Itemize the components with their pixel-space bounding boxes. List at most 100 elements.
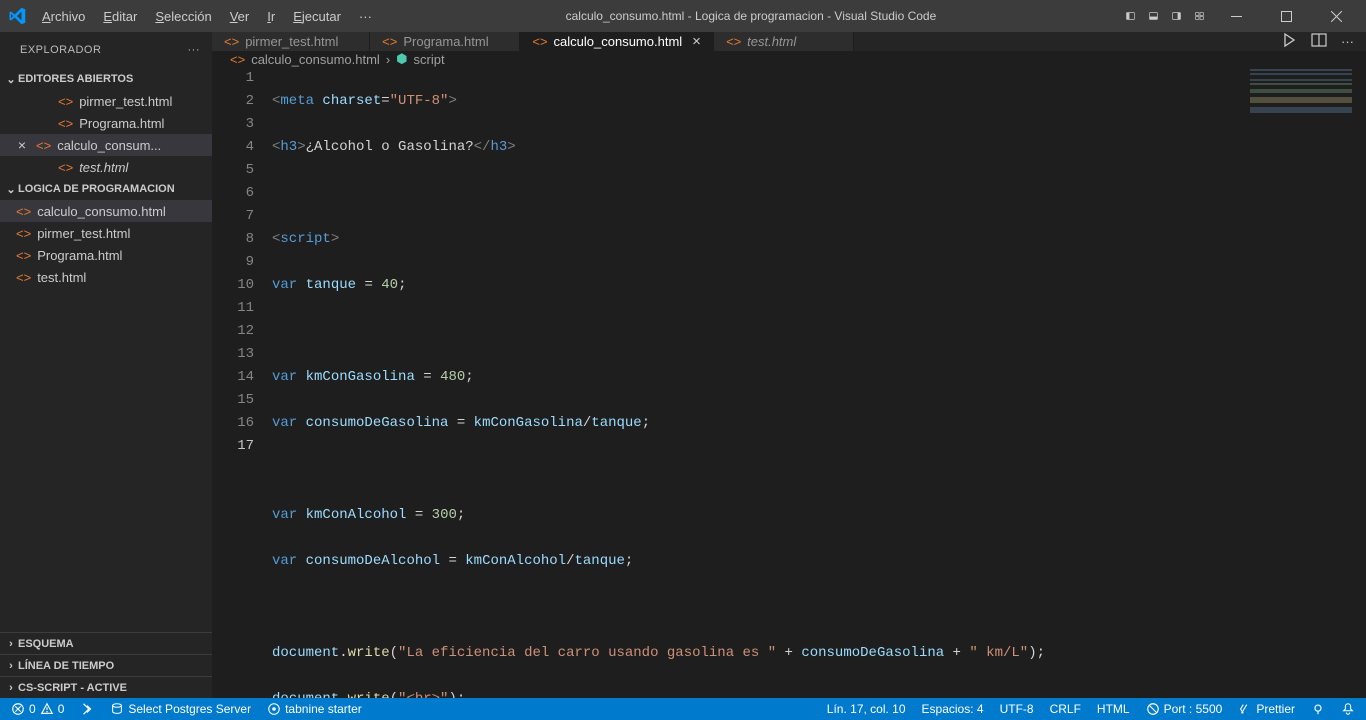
code-content[interactable]: <meta charset="UTF-8"> <h3>¿Alcohol o Ga…	[272, 67, 1246, 698]
outline-section[interactable]: ›ESQUEMA	[0, 632, 212, 654]
menu-edit[interactable]: Editar	[95, 5, 145, 28]
breadcrumb-separator-icon: ›	[386, 52, 390, 67]
html-file-icon: <>	[58, 160, 73, 175]
file-name: pirmer_test.html	[37, 226, 212, 241]
html-file-icon: <>	[726, 34, 741, 49]
html-file-icon: <>	[16, 248, 31, 263]
window-title: calculo_consumo.html - Logica de program…	[380, 9, 1122, 23]
html-file-icon: <>	[16, 204, 31, 219]
chevron-right-icon: ›	[4, 660, 18, 672]
more-actions-icon[interactable]: ···	[1341, 34, 1354, 49]
html-file-icon: <>	[16, 270, 31, 285]
status-feedback-icon[interactable]	[1308, 702, 1328, 716]
project-file-item[interactable]: <> calculo_consumo.html	[0, 200, 212, 222]
tab-label: Programa.html	[403, 34, 488, 49]
status-language[interactable]: HTML	[1094, 702, 1133, 716]
project-file-item[interactable]: <> pirmer_test.html	[0, 222, 212, 244]
html-file-icon: <>	[382, 34, 397, 49]
tab[interactable]: <>test.html×	[714, 32, 854, 51]
menu-bar: Archivo Editar Selección Ver Ir Ejecutar…	[34, 5, 380, 28]
breadcrumb[interactable]: <> calculo_consumo.html › ⬢ script	[212, 51, 1366, 67]
tabs-row: <>pirmer_test.html× <>Programa.html× <>c…	[212, 32, 1366, 51]
project-section[interactable]: ⌄ LOGICA DE PROGRAMACION	[0, 178, 212, 200]
project-file-item[interactable]: <> test.html	[0, 266, 212, 288]
explorer-actions-icon[interactable]: ···	[188, 44, 201, 56]
menu-run[interactable]: Ejecutar	[285, 5, 349, 28]
chevron-down-icon: ⌄	[4, 73, 18, 86]
file-name: test.html	[37, 270, 212, 285]
explorer-header: EXPLORADOR ···	[0, 32, 212, 68]
open-editor-item[interactable]: ×<>Programa.html	[0, 112, 212, 134]
html-file-icon: <>	[532, 34, 547, 49]
chevron-right-icon: ›	[4, 638, 18, 650]
status-port[interactable]: Port : 5500	[1143, 702, 1226, 716]
file-name: pirmer_test.html	[79, 94, 212, 109]
status-tabnine[interactable]: tabnine starter	[264, 702, 365, 716]
tab-label: pirmer_test.html	[245, 34, 338, 49]
file-name: Programa.html	[79, 116, 212, 131]
status-problems[interactable]: 0 0	[8, 702, 67, 716]
status-cursor[interactable]: Lín. 17, col. 10	[824, 702, 909, 716]
file-name: test.html	[79, 160, 212, 175]
symbol-icon: ⬢	[396, 51, 407, 67]
file-name: Programa.html	[37, 248, 212, 263]
html-file-icon: <>	[58, 94, 73, 109]
file-name: calculo_consum...	[57, 138, 212, 153]
tab[interactable]: <> calculo_consumo.html ×	[520, 32, 714, 51]
editor-area: <>pirmer_test.html× <>Programa.html× <>c…	[212, 32, 1366, 698]
breadcrumb-file: calculo_consumo.html	[251, 52, 380, 67]
close-icon[interactable]: ×	[692, 33, 701, 50]
menu-view[interactable]: Ver	[222, 5, 258, 28]
split-editor-icon[interactable]	[1311, 32, 1327, 51]
title-bar: Archivo Editar Selección Ver Ir Ejecutar…	[0, 0, 1366, 32]
menu-selection[interactable]: Selección	[147, 5, 219, 28]
chevron-right-icon: ›	[4, 682, 18, 694]
maximize-button[interactable]	[1264, 1, 1308, 31]
chevron-down-icon: ⌄	[4, 183, 18, 196]
csscript-section[interactable]: ›CS-SCRIPT - ACTIVE	[0, 676, 212, 698]
status-prettier[interactable]: Prettier	[1235, 702, 1298, 716]
status-bell-icon[interactable]	[1338, 702, 1358, 716]
layout-secondary-icon[interactable]	[1168, 8, 1185, 25]
menu-more[interactable]: ···	[351, 5, 380, 28]
html-file-icon: <>	[224, 34, 239, 49]
status-postgres[interactable]: Select Postgres Server	[107, 702, 254, 716]
html-file-icon: <>	[16, 226, 31, 241]
layout-primary-icon[interactable]	[1122, 8, 1139, 25]
timeline-section[interactable]: ›LÍNEA DE TIEMPO	[0, 654, 212, 676]
html-file-icon: <>	[36, 138, 51, 153]
sidebar: EXPLORADOR ··· ⌄ EDITORES ABIERTOS × <> pi…	[0, 32, 212, 698]
open-editor-item[interactable]: × <> calculo_consum...	[0, 134, 212, 156]
editor-body[interactable]: 1234567891011121314151617 <meta charset=…	[212, 67, 1366, 698]
close-window-button[interactable]	[1314, 1, 1358, 31]
open-editors-section[interactable]: ⌄ EDITORES ABIERTOS	[0, 68, 212, 90]
html-file-icon: <>	[230, 52, 245, 67]
tab[interactable]: <>pirmer_test.html×	[212, 32, 370, 51]
status-encoding[interactable]: UTF-8	[997, 702, 1037, 716]
window-controls	[1122, 1, 1358, 31]
breadcrumb-symbol: script	[414, 52, 445, 67]
minimize-button[interactable]	[1214, 1, 1258, 31]
minimap[interactable]	[1246, 67, 1366, 698]
tab-label: test.html	[747, 34, 796, 49]
open-editor-item[interactable]: ×<>test.html	[0, 156, 212, 178]
layout-panel-icon[interactable]	[1145, 8, 1162, 25]
status-spaces[interactable]: Espacios: 4	[919, 702, 987, 716]
open-editor-item[interactable]: ×<>pirmer_test.html	[0, 90, 212, 112]
run-icon[interactable]	[1281, 32, 1297, 51]
menu-go[interactable]: Ir	[259, 5, 283, 28]
file-name: calculo_consumo.html	[37, 204, 212, 219]
line-gutter: 1234567891011121314151617	[212, 67, 272, 698]
minimap-content	[1250, 69, 1352, 113]
html-file-icon: <>	[58, 116, 73, 131]
status-bar: 0 0 Select Postgres Server tabnine start…	[0, 698, 1366, 720]
close-icon[interactable]: ×	[14, 137, 30, 153]
project-file-item[interactable]: <> Programa.html	[0, 244, 212, 266]
status-live-server-icon[interactable]	[77, 702, 97, 716]
tab-label: calculo_consumo.html	[554, 34, 683, 49]
status-eol[interactable]: CRLF	[1047, 702, 1084, 716]
tab[interactable]: <>Programa.html×	[370, 32, 520, 51]
customize-layout-icon[interactable]	[1191, 8, 1208, 25]
vscode-logo-icon	[8, 7, 26, 25]
menu-file[interactable]: Archivo	[34, 5, 93, 28]
